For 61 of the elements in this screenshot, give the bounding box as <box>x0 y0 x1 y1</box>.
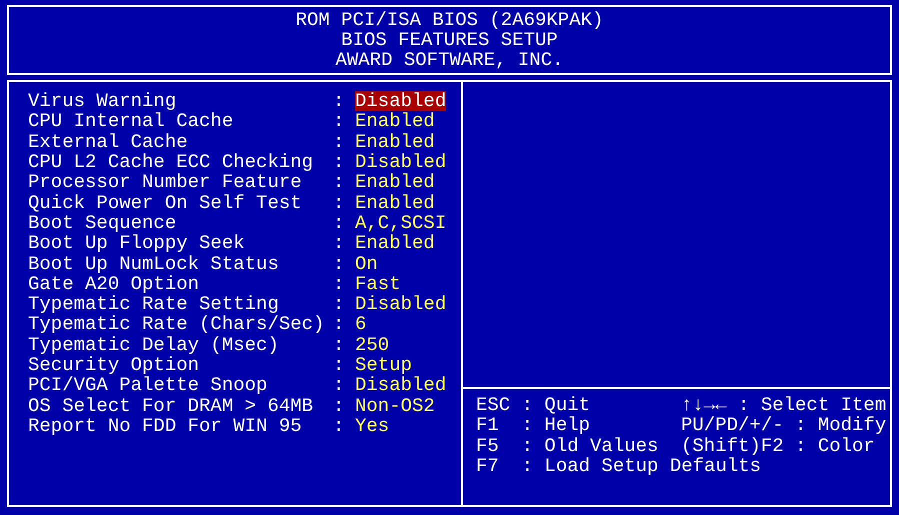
separator-colon: : <box>333 294 346 314</box>
setting-value[interactable]: Enabled <box>355 192 435 213</box>
setting-label: Report No FDD For WIN 95 <box>28 416 303 436</box>
setting-label: Security Option <box>28 355 200 375</box>
setting-label: Typematic Rate Setting <box>28 294 279 314</box>
separator-colon: : <box>333 416 346 436</box>
setting-value[interactable]: Disabled <box>355 375 446 396</box>
setting-label: Typematic Rate (Chars/Sec) <box>28 314 326 334</box>
setting-value[interactable]: 250 <box>355 334 390 355</box>
header-text: ROM PCI/ISA BIOS (2A69KPAK) <box>296 10 604 30</box>
separator-colon: : <box>333 396 346 416</box>
setting-value[interactable]: Setup <box>355 355 412 375</box>
setting-label: OS Select For DRAM > 64MB <box>28 396 314 416</box>
setting-label: Typematic Delay (Msec) <box>28 334 280 355</box>
setting-value[interactable]: Disabled <box>355 294 446 314</box>
setting-value[interactable]: Enabled <box>355 233 435 254</box>
separator-colon: : <box>333 314 346 334</box>
setting-value[interactable]: Enabled <box>355 111 435 132</box>
separator-colon: : <box>333 152 346 172</box>
header-text: BIOS FEATURES SETUP <box>341 30 558 50</box>
key-help-text: (Shift)F2 : Color <box>681 436 875 456</box>
key-help-text: F5 : Old Values <box>476 436 660 456</box>
separator-colon: : <box>333 334 346 355</box>
setting-value[interactable]: 6 <box>355 314 366 334</box>
separator-colon: : <box>333 274 346 294</box>
separator-colon: : <box>333 172 346 192</box>
setting-label: Boot Up NumLock Status <box>28 254 280 274</box>
setting-label: External Cache <box>28 132 189 152</box>
header-text: AWARD SOFTWARE, INC. <box>335 50 564 70</box>
separator-colon: : <box>333 254 346 274</box>
setting-label: CPU Internal Cache <box>28 111 234 132</box>
setting-label: Quick Power On Self Test <box>28 192 303 213</box>
separator-colon: : <box>333 375 346 396</box>
setting-value[interactable]: Disabled <box>355 152 446 172</box>
setting-label: CPU L2 Cache ECC Checking <box>28 152 314 172</box>
separator-colon: : <box>333 192 346 213</box>
setting-label: Boot Sequence <box>28 212 178 233</box>
setting-value[interactable]: Non-OS2 <box>355 396 435 416</box>
separator-colon: : <box>333 233 346 254</box>
setting-value[interactable]: A,C,SCSI <box>355 212 446 233</box>
setting-value[interactable]: Disabled <box>355 91 446 112</box>
setting-value[interactable]: On <box>355 254 378 274</box>
setting-value[interactable]: Fast <box>355 274 401 294</box>
setting-label: Virus Warning <box>28 91 177 112</box>
setting-value[interactable]: Yes <box>355 416 390 436</box>
separator-colon: : <box>333 212 346 233</box>
separator-colon: : <box>333 91 346 112</box>
setting-value[interactable]: Enabled <box>355 132 435 152</box>
key-help-text: F1 : Help <box>476 415 592 436</box>
key-help-text: ESC : Quit <box>476 395 592 416</box>
setting-value[interactable]: Enabled <box>355 172 435 192</box>
setting-label: PCI/VGA Palette Snoop <box>28 375 268 396</box>
key-help-text: F7 : Load Setup Defaults <box>476 456 762 476</box>
key-help-text: PU/PD/+/- : Modify <box>681 415 886 436</box>
setting-label: Processor Number Feature <box>28 172 303 192</box>
key-help-text: ↑↓→← : Select Item <box>681 395 886 416</box>
separator-colon: : <box>333 355 346 375</box>
separator-colon: : <box>333 111 346 132</box>
setting-label: Gate A20 Option <box>28 274 200 294</box>
separator-colon: : <box>333 132 346 152</box>
setting-label: Boot Up Floppy Seek <box>28 233 246 254</box>
